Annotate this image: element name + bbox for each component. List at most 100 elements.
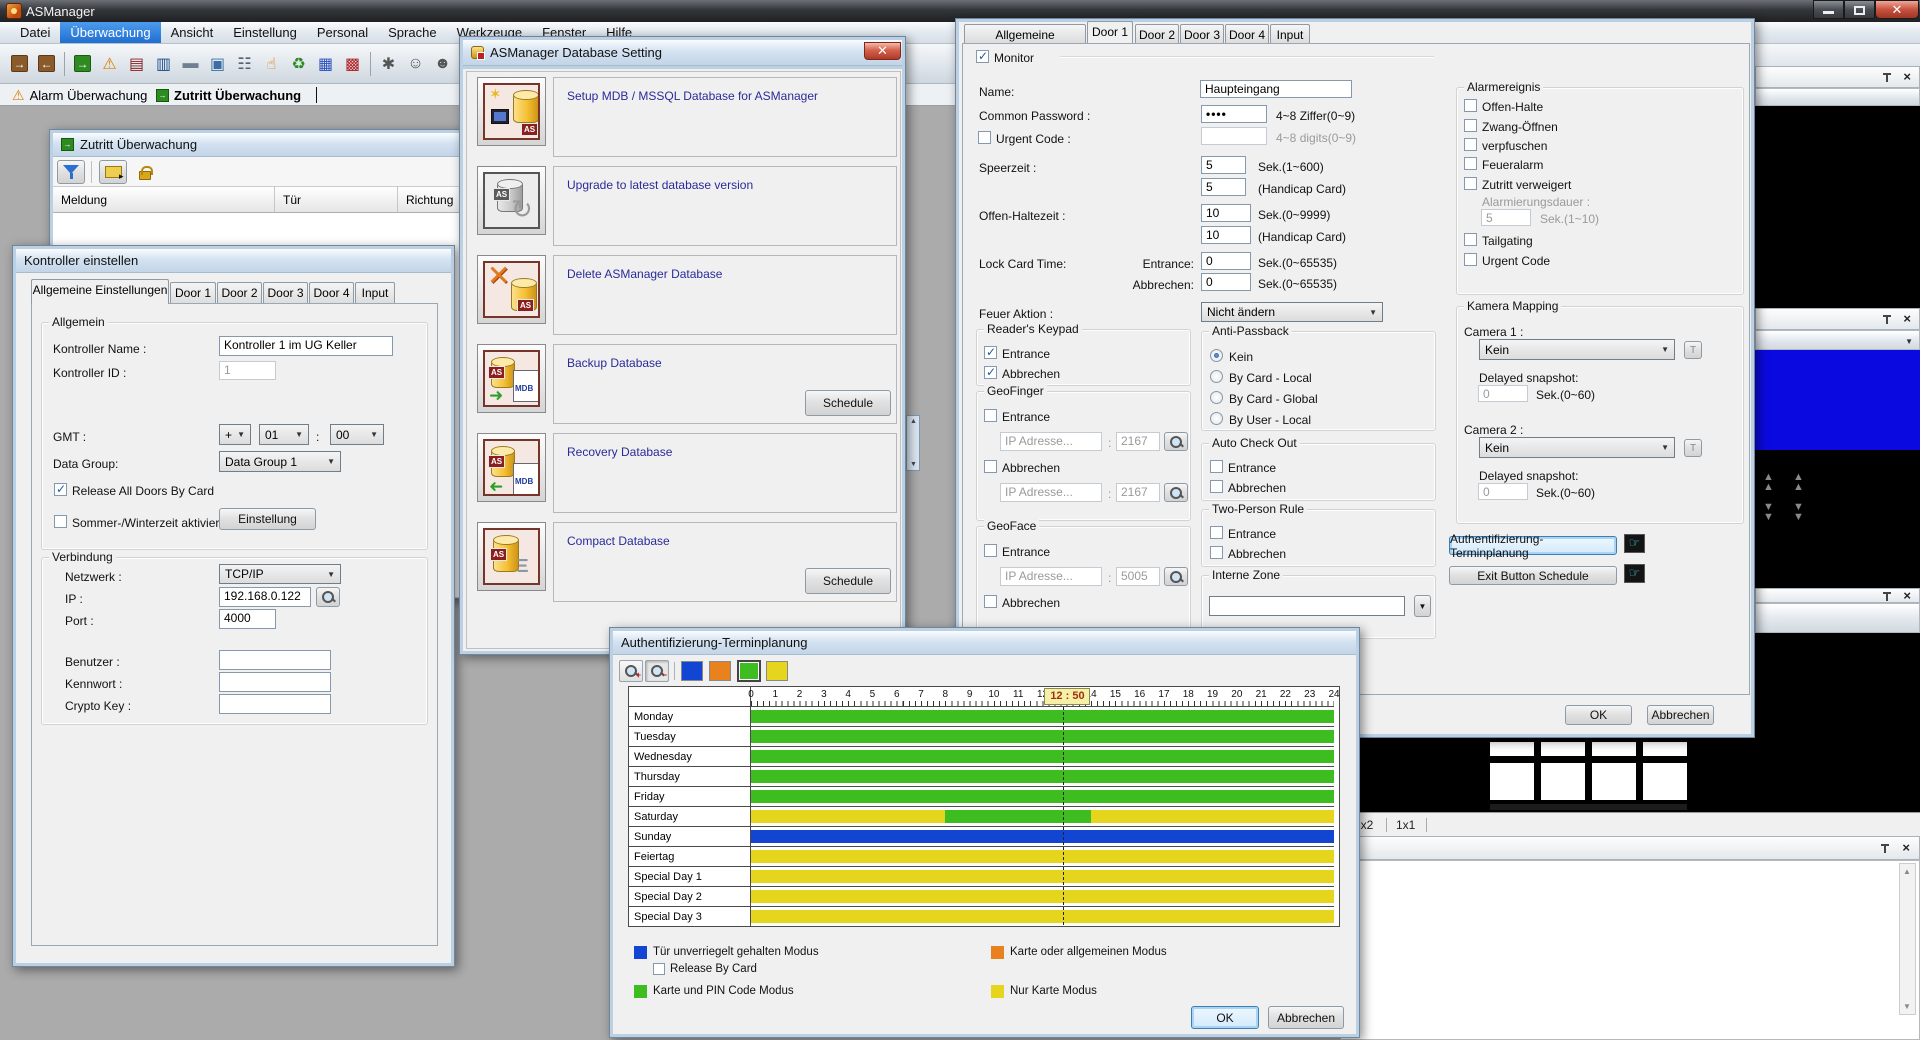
schedule-segment-green[interactable] [945, 810, 1091, 823]
common-password-input[interactable]: •••• [1201, 105, 1267, 123]
recovery-db-button[interactable]: AS ➜ [477, 433, 546, 502]
name-input[interactable]: Haupteingang [1200, 80, 1352, 98]
interne-zone-input[interactable] [1209, 596, 1405, 616]
camera2-test-button[interactable]: T [1684, 439, 1702, 457]
camera-view-3[interactable]: ▲▲ ▲▲ ▼▼ ▼▼ [1755, 450, 1920, 588]
schedule-segment-green[interactable] [751, 790, 1334, 803]
column-header-meldung[interactable]: Meldung [53, 187, 275, 213]
anti-passback-by-card-local-radio[interactable] [1210, 370, 1223, 383]
speerzeit-handicap-input[interactable]: 5 [1201, 178, 1246, 196]
cancel-button[interactable]: Abbrechen [1647, 705, 1714, 725]
geofinger-abbrechen-search-button[interactable] [1164, 483, 1188, 502]
lock-entrance-input[interactable]: 0 [1201, 252, 1251, 270]
logout-icon[interactable]: ← [33, 50, 60, 78]
ok-button[interactable]: OK [1565, 705, 1632, 725]
filter-button[interactable] [57, 160, 85, 184]
auth-hand-button[interactable]: ☞ [1624, 534, 1645, 553]
schedule-row-bar[interactable] [751, 807, 1334, 827]
camera-grid-icon[interactable]: ▩ [339, 50, 366, 78]
offen-handicap-input[interactable]: 10 [1201, 226, 1251, 244]
mode-orange-button[interactable] [709, 661, 731, 681]
matrix-cell[interactable] [1643, 742, 1687, 756]
matrix-cell[interactable] [1541, 742, 1585, 756]
personnel-icon[interactable]: ▥ [150, 50, 177, 78]
backup-schedule-button[interactable]: Schedule [805, 390, 891, 416]
alarm-monitor-icon[interactable]: ⚠ [96, 50, 123, 78]
menu-item-einstellung[interactable]: Einstellung [223, 22, 307, 43]
anti-passback-by-user-local-radio[interactable] [1210, 412, 1223, 425]
copy-icon[interactable]: ▣ [204, 50, 231, 78]
door-access-icon[interactable]: → [69, 50, 96, 78]
offen-haltezeit-input[interactable]: 10 [1201, 204, 1251, 222]
schedule-row-bar[interactable] [751, 707, 1334, 727]
monitor-checkbox[interactable] [976, 50, 989, 63]
kontroller-name-input[interactable]: Kontroller 1 im UG Keller [219, 336, 393, 356]
tab-door-4[interactable]: Door 4 [309, 282, 354, 304]
matrix-cell[interactable] [1592, 742, 1636, 756]
release-by-card-checkbox[interactable] [653, 963, 665, 975]
anti-passback-kein-radio[interactable] [1210, 349, 1223, 362]
schedule-segment-yellow[interactable] [751, 890, 1334, 903]
setup-db-button[interactable]: ✶ AS [477, 77, 546, 146]
ok-button[interactable]: OK [1191, 1006, 1259, 1029]
vehicle-icon[interactable]: ▬ [177, 50, 204, 78]
fingerprint-icon[interactable]: ☝ [258, 50, 285, 78]
schedule-segment-yellow[interactable] [751, 810, 945, 823]
crypto-key-input[interactable] [219, 694, 331, 714]
keypad-abbrechen-checkbox[interactable] [984, 366, 997, 379]
matrix-cell[interactable] [1643, 763, 1687, 800]
geoface-abbrechen-checkbox[interactable] [984, 595, 997, 608]
keypad-entrance-checkbox[interactable] [984, 346, 997, 359]
port-input[interactable]: 4000 [219, 609, 276, 629]
kontroller-titlebar[interactable]: Kontroller einstellen [16, 249, 451, 273]
interne-zone-dropdown-button[interactable]: ▼ [1414, 595, 1431, 617]
tab-input[interactable]: Input [355, 282, 395, 304]
kennwort-input[interactable] [219, 672, 331, 692]
time-cursor-line[interactable] [1063, 707, 1064, 925]
delete-db-button[interactable]: ✕ AS [477, 255, 546, 324]
scroll-up-icon[interactable]: ▲ [1903, 867, 1911, 876]
schedule-segment-yellow[interactable] [1091, 810, 1334, 823]
tab-door-1[interactable]: Door 1 [1087, 21, 1133, 43]
two-person-abbrechen-checkbox[interactable] [1210, 546, 1223, 559]
schedule-segment-green[interactable] [751, 750, 1334, 763]
auto-checkout-entrance-checkbox[interactable] [1210, 460, 1223, 473]
maximize-button[interactable] [1844, 0, 1875, 19]
close-icon[interactable]: × [1902, 842, 1910, 854]
geofinger-entrance-checkbox[interactable] [984, 409, 997, 422]
database-titlebar[interactable]: ASManager Database Setting [463, 40, 902, 66]
menu-item-datei[interactable]: Datei [10, 22, 60, 43]
camera-view-1[interactable] [1755, 106, 1920, 308]
schedule-row-bar[interactable] [751, 847, 1334, 867]
card-grid-icon[interactable]: ▦ [312, 50, 339, 78]
schedule-row-bar[interactable] [751, 787, 1334, 807]
camera-view-2[interactable] [1755, 350, 1920, 450]
zutritt-verweigert-checkbox[interactable] [1464, 177, 1477, 190]
login-icon[interactable]: → [6, 50, 33, 78]
matrix-cell[interactable] [1592, 763, 1636, 800]
zoom-in-button[interactable]: + [619, 660, 643, 682]
geofinger-abbrechen-checkbox[interactable] [984, 460, 997, 473]
camera1-select[interactable]: Kein▼ [1479, 339, 1675, 360]
close-button[interactable]: ✕ [864, 42, 901, 60]
mode-yellow-button[interactable] [766, 661, 788, 681]
zoom-out-button[interactable]: − [645, 660, 669, 682]
feuer-aktion-select[interactable]: Nicht ändern▼ [1201, 302, 1383, 322]
camera1-test-button[interactable]: T [1684, 341, 1702, 359]
tab-door-3[interactable]: Door 3 [1180, 24, 1224, 43]
tab-input[interactable]: Input [1270, 24, 1310, 43]
menu-item-ansicht[interactable]: Ansicht [161, 22, 224, 43]
gmt-minute-select[interactable]: 00▼ [330, 424, 384, 445]
face-search-icon[interactable]: ☻ [429, 50, 456, 78]
schedule-row-bar[interactable] [751, 767, 1334, 787]
exit-hand-button[interactable]: ☞ [1624, 564, 1645, 583]
tab-door-1[interactable]: Door 1 [170, 282, 216, 304]
camera2-select[interactable]: Kein▼ [1479, 437, 1675, 458]
benutzer-input[interactable] [219, 650, 331, 670]
tab-door-2[interactable]: Door 2 [217, 282, 262, 304]
column-header-tuer[interactable]: Tür [275, 187, 398, 213]
two-person-entrance-checkbox[interactable] [1210, 526, 1223, 539]
schedule-row-bar[interactable] [751, 727, 1334, 747]
data-group-select[interactable]: Data Group 1▼ [219, 451, 341, 472]
close-icon[interactable]: × [1903, 71, 1911, 83]
